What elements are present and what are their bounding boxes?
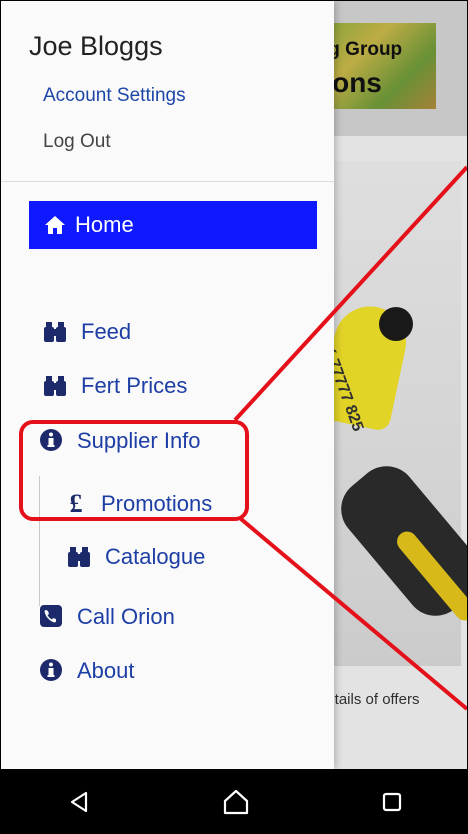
nav-item-label: Fert Prices [81, 373, 188, 398]
nav-item-label: About [77, 658, 135, 683]
annotation-highlight-box [19, 420, 249, 521]
nav-item-home[interactable]: Home [29, 201, 317, 249]
drawer-scrim[interactable] [321, 1, 467, 769]
system-navigation-bar [1, 769, 467, 833]
nav-item-label: Call Orion [77, 604, 175, 629]
nav-item-feed[interactable]: Feed [43, 319, 131, 345]
account-settings-link[interactable]: Account Settings [43, 85, 186, 107]
home-outline-icon[interactable] [221, 787, 251, 817]
phone-square-icon [39, 604, 65, 630]
back-icon[interactable] [66, 789, 92, 815]
recents-icon[interactable] [380, 790, 404, 814]
binoculars-icon [43, 319, 69, 345]
nav-item-fert-prices[interactable]: Fert Prices [43, 373, 187, 399]
nav-item-label: Catalogue [105, 544, 206, 569]
binoculars-icon [43, 373, 69, 399]
binoculars-icon [67, 544, 93, 570]
drawer-divider [1, 181, 334, 182]
nav-item-label: Home [75, 212, 134, 237]
nav-item-label: Feed [81, 319, 132, 344]
navigation-drawer: Joe Bloggs Account Settings Log Out Home [1, 1, 334, 769]
nav-item-catalogue[interactable]: Catalogue [67, 544, 205, 570]
nav-item-about[interactable]: About [39, 658, 135, 684]
home-icon [43, 213, 67, 237]
log-out-link[interactable]: Log Out [43, 131, 111, 153]
nav-item-call-orion[interactable]: Call Orion [39, 604, 175, 630]
phone-screen: ıg Group tions UK 77777 825 letails of o… [0, 0, 468, 834]
info-circle-icon [39, 658, 65, 684]
user-name: Joe Bloggs [29, 31, 163, 61]
